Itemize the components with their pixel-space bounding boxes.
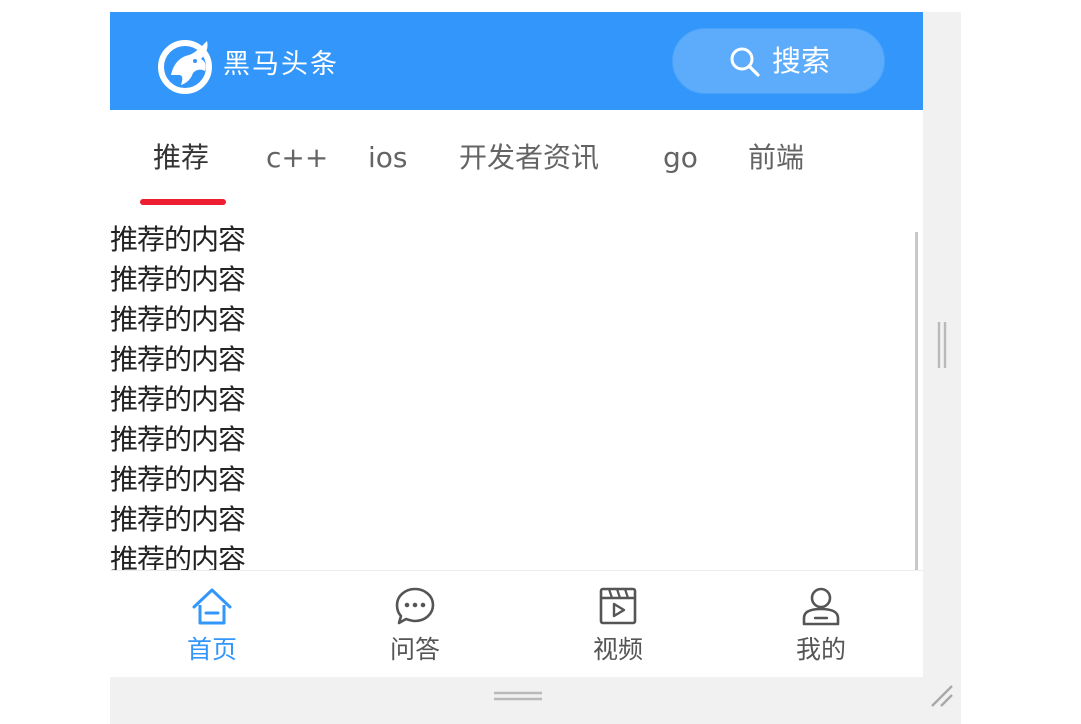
bottom-tabbar: 首页 问答 视频 我的 xyxy=(110,570,923,677)
content-line: 推荐的内容 xyxy=(110,503,246,536)
content-line: 推荐的内容 xyxy=(110,463,246,496)
content-line: 推荐的内容 xyxy=(110,383,246,416)
content-scrollbar[interactable] xyxy=(915,232,918,570)
tabbar-label-profile: 我的 xyxy=(795,635,846,664)
resize-handle-bottom[interactable] xyxy=(493,690,543,702)
video-icon xyxy=(599,587,637,625)
content-line: 推荐的内容 xyxy=(110,263,246,296)
tabbar-label-video: 视频 xyxy=(592,635,643,664)
search-icon xyxy=(730,47,760,77)
channel-tab-go[interactable]: go xyxy=(663,140,698,176)
app-header: 黑马头条 搜索 xyxy=(110,12,923,110)
tabbar-item-profile[interactable]: 我的 xyxy=(760,571,880,677)
channel-tab-recommend[interactable]: 推荐 xyxy=(153,140,209,176)
channel-tab-frontend[interactable]: 前端 xyxy=(748,140,804,176)
app-logo: 黑马头条 xyxy=(157,35,357,95)
search-button-label: 搜索 xyxy=(772,44,831,78)
active-tab-underline xyxy=(140,199,226,205)
channel-tab-cpp[interactable]: c++ xyxy=(266,140,328,176)
chat-bubble-icon xyxy=(395,587,435,625)
user-icon xyxy=(802,587,840,626)
tabbar-label-home: 首页 xyxy=(186,635,237,664)
channel-tab-dev-news[interactable]: 开发者资讯 xyxy=(459,140,599,176)
app-logo-text: 黑马头条 xyxy=(223,49,339,80)
channel-tab-ios[interactable]: ios xyxy=(368,140,408,176)
content-line: 推荐的内容 xyxy=(110,303,246,336)
channel-tabs: 推荐 c++ ios 开发者资讯 go 前端 xyxy=(110,110,923,220)
search-button[interactable]: 搜索 xyxy=(672,28,885,94)
content-line: 推荐的内容 xyxy=(110,343,246,376)
mobile-viewport: 黑马头条 搜索 推荐 c++ ios 开发者资讯 go 前端 推荐的内容 推荐的… xyxy=(110,12,923,677)
tabbar-item-home[interactable]: 首页 xyxy=(151,571,271,677)
content-line: 推荐的内容 xyxy=(110,543,246,570)
horse-logo-icon xyxy=(158,40,212,94)
tabbar-label-qa: 问答 xyxy=(389,635,440,664)
tabbar-item-qa[interactable]: 问答 xyxy=(354,571,474,677)
channel-content[interactable]: 推荐的内容 推荐的内容 推荐的内容 推荐的内容 推荐的内容 推荐的内容 推荐的内… xyxy=(110,220,923,570)
tabbar-item-video[interactable]: 视频 xyxy=(557,571,677,677)
resize-handle-right[interactable] xyxy=(937,320,947,370)
content-line: 推荐的内容 xyxy=(110,423,246,456)
resize-corner-handle[interactable] xyxy=(930,684,954,708)
home-icon xyxy=(192,588,232,625)
content-line: 推荐的内容 xyxy=(110,223,246,256)
